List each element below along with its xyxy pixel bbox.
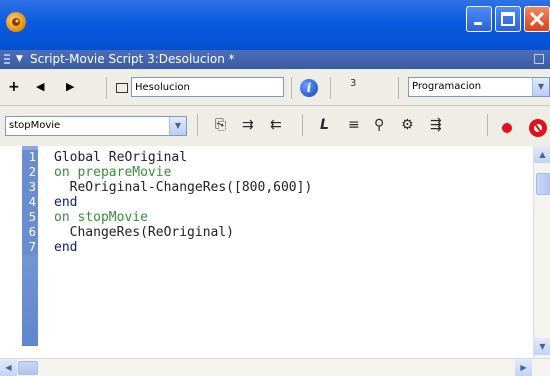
code-line[interactable]: on prepareMovie [54,165,171,180]
line-number: 5 [22,210,38,225]
code-line[interactable]: on stopMovie [54,210,148,225]
line-number: 4 [22,195,38,210]
script-panel-header[interactable]: ▼ Script-Movie Script 3:Desolucion * [0,50,550,69]
code-line[interactable]: end [54,240,77,255]
script-toolbar-top: + ◀ ▶ Hesolucion i 3 Programacion ▼ [0,69,550,106]
code-line[interactable]: Global ReOriginal [54,150,187,165]
vertical-scrollbar[interactable]: ▲ ▼ [533,146,550,358]
collapse-arrow-icon[interactable]: ▼ [16,50,23,69]
line-number: 6 [22,225,38,240]
script-type-select[interactable]: Programacion ▼ [408,77,550,97]
uncomment-icon[interactable]: ⇇ [270,117,282,133]
script-type-value: Programacion [412,81,482,92]
line-number: 2 [22,165,38,180]
line-number: 3 [22,180,38,195]
director-icon [6,12,26,32]
divider [106,77,107,99]
close-icon[interactable] [524,6,550,32]
breakpoint-icon[interactable] [502,123,512,133]
lingo-elements-icon[interactable]: L [320,117,329,133]
vertical-scroll-thumb[interactable] [536,173,550,195]
window-title-bar[interactable] [0,0,550,50]
handler-select[interactable]: stopMovie ▼ [5,116,187,136]
horizontal-scroll-thumb[interactable] [18,361,38,375]
code-line[interactable]: ChangeRes(ReOriginal) [54,225,234,240]
minimize-icon[interactable] [466,6,492,32]
panel-options-icon[interactable] [534,54,544,64]
debug-icon[interactable]: ⇶ [430,117,442,133]
stop-icon[interactable] [529,119,547,137]
cast-number: 3 [350,78,357,89]
maximize-icon[interactable] [495,6,521,32]
scroll-right-icon[interactable]: ▶ [515,359,532,376]
scroll-left-icon[interactable]: ◀ [0,359,17,376]
divider [330,77,331,99]
line-number: 1 [22,150,38,165]
horizontal-scrollbar[interactable]: ◀ ▶ [0,358,550,376]
panel-grip-icon[interactable] [4,54,10,65]
line-number: 7 [22,240,38,255]
chevron-down-icon[interactable]: ▼ [532,78,549,96]
handler-value: stopMovie [9,120,61,131]
comment-icon[interactable]: ⇉ [242,117,254,133]
categorized-lingo-icon[interactable]: ⚲ [374,117,384,133]
new-script-icon[interactable]: + [8,79,20,95]
divider [487,114,488,136]
go-to-handler-icon[interactable]: ⎘ [215,117,226,133]
cast-name-field[interactable]: Hesolucion [131,77,284,97]
scripting-xtras-icon[interactable]: ⚙ [401,117,414,133]
code-line[interactable]: ReOriginal-ChangeRes([800,600]) [54,180,313,195]
alphabetical-lingo-icon[interactable]: ≡ [348,117,360,133]
script-window-title: Script-Movie Script 3:Desolucion * [30,52,235,66]
next-cast-icon[interactable]: ▶ [66,79,74,95]
divider [197,114,198,136]
scroll-up-icon[interactable]: ▲ [534,146,550,163]
script-toolbar-bottom: stopMovie ▼ ⎘ ⇉ ⇇ L ≡ ⚲ ⚙ ⇶ [0,106,550,147]
divider [291,77,292,99]
code-line[interactable]: end [54,195,77,210]
scroll-down-icon[interactable]: ▼ [534,338,550,355]
script-editor[interactable]: 1 Global ReOriginal 2 on prepareMovie 3 ReOr… [0,146,550,358]
info-icon[interactable]: i [300,79,318,97]
cast-member-icon[interactable] [116,83,128,93]
divider [398,77,399,99]
chevron-down-icon[interactable]: ▼ [169,117,186,135]
previous-cast-icon[interactable]: ◀ [36,79,44,95]
divider [302,114,303,136]
